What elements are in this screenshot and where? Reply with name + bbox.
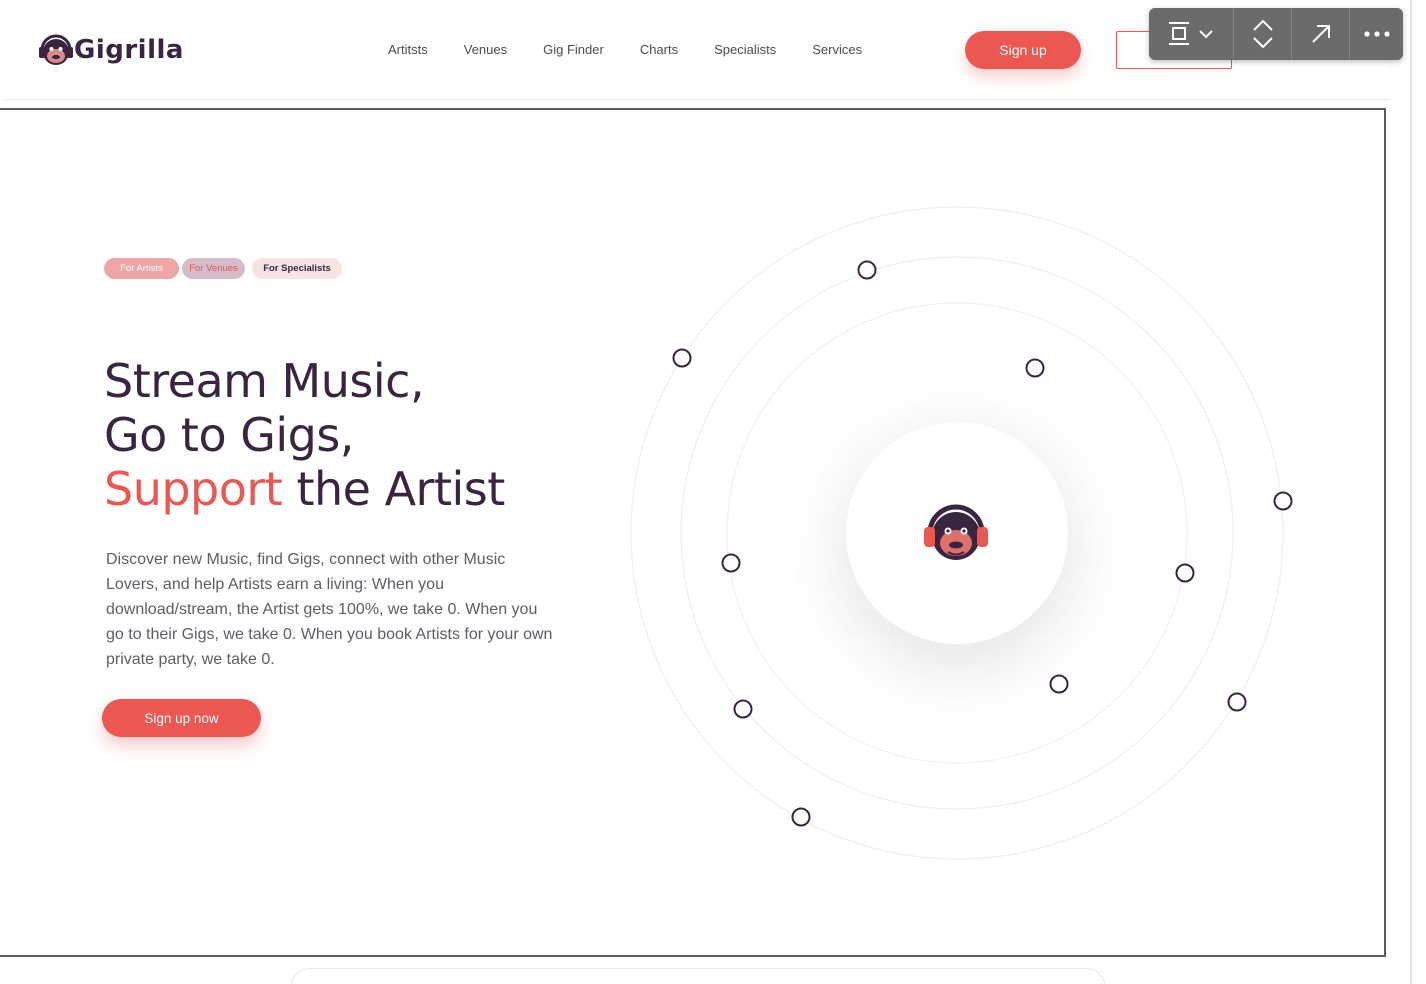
headline-line-2: Go to Gigs, [104,408,354,462]
brand-logo[interactable]: Gigrilla [36,30,184,70]
signup-button[interactable]: Sign up [965,31,1081,69]
hero-headline: Stream Music, Go to Gigs, Support the Ar… [104,354,505,516]
gorilla-headphones-icon [39,34,73,65]
chevron-down-icon [1199,30,1213,39]
nav-item-services[interactable]: Services [812,42,862,57]
gorilla-headphones-icon [924,504,988,560]
nav-item-venues[interactable]: Venues [464,42,507,57]
nav-item-specialists[interactable]: Specialists [714,42,776,57]
nav-item-artists[interactable]: Artitsts [388,42,428,57]
headline-line-3: Support the Artist [104,462,505,516]
brand-name: Gigrilla [74,35,184,65]
hero-description: Discover new Music, find Gigs, connect w… [106,551,553,668]
frame-select-button[interactable] [1149,8,1234,60]
signup-now-button[interactable]: Sign up now [102,699,261,737]
main-nav: Artitsts Venues Gig Finder Charts Specia… [388,42,898,57]
open-external-button[interactable] [1292,8,1350,60]
headline-line-1: Stream Music, [104,354,425,408]
frame-select-icon [1169,22,1213,45]
hero-section [0,108,1386,957]
more-options-button[interactable] [1350,8,1403,60]
pill-for-venues[interactable]: For Venues [182,258,245,279]
pill-for-specialists[interactable]: For Specialists [252,258,342,279]
nav-item-gig-finder[interactable]: Gig Finder [543,42,604,57]
open-external-icon [1311,25,1330,43]
more-options-icon [1363,31,1390,37]
pill-for-artists[interactable]: For Artists [104,258,179,279]
bottom-search-bar [290,968,1106,984]
scrollbar-track[interactable] [1410,0,1412,984]
headline-accent: Support [104,462,283,516]
nav-item-charts[interactable]: Charts [640,42,678,57]
headline-rest: the Artist [282,462,505,516]
floating-toolbar [1149,8,1403,60]
audience-pills: For Artists For Venues For Specialists [104,258,345,279]
expand-collapse-icon [1252,19,1273,49]
expand-collapse-button[interactable] [1234,8,1292,60]
